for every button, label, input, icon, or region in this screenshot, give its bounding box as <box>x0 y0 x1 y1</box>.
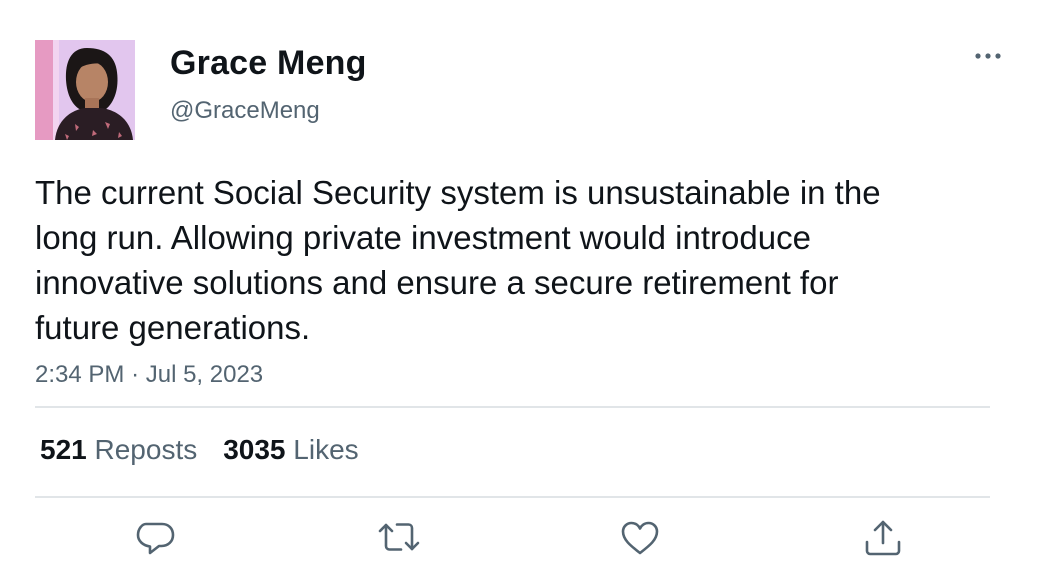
heart-icon <box>621 521 659 555</box>
timestamp-separator: · <box>131 361 140 388</box>
avatar[interactable] <box>35 40 135 140</box>
like-button[interactable] <box>617 516 663 562</box>
likes-label: Likes <box>293 434 359 465</box>
likes-stat[interactable]: 3035 Likes <box>223 432 358 468</box>
more-horizontal-icon <box>975 53 1001 59</box>
author-handle[interactable]: @GraceMeng <box>170 96 320 126</box>
divider <box>35 496 990 498</box>
repost-arrows-icon <box>378 523 420 551</box>
share-button[interactable] <box>860 516 906 562</box>
repost-button[interactable] <box>376 516 422 562</box>
reposts-stat[interactable]: 521 Reposts <box>40 432 197 468</box>
tweet-time: 2:34 PM <box>35 361 125 388</box>
reposts-count: 521 <box>40 434 87 465</box>
reply-bubble-icon <box>136 522 175 555</box>
tweet-timestamp[interactable]: 2:34 PM · Jul 5, 2023 <box>35 360 263 390</box>
avatar-photo <box>35 40 135 140</box>
author-display-name[interactable]: Grace Meng <box>170 42 367 84</box>
more-options-button[interactable] <box>968 42 1008 70</box>
share-upload-icon <box>865 520 901 556</box>
reply-button[interactable] <box>132 516 178 562</box>
likes-count: 3035 <box>223 434 286 465</box>
reposts-label: Reposts <box>94 434 198 465</box>
engagement-stats: 521 Reposts 3035 Likes <box>40 432 359 468</box>
tweet-date: Jul 5, 2023 <box>145 361 264 388</box>
tweet-text: The current Social Security system is un… <box>35 174 881 346</box>
divider <box>35 406 990 408</box>
